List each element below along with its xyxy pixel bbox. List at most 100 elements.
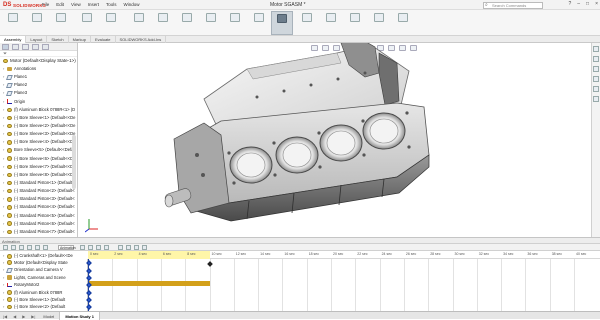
feature-tree-item[interactable]: › (-) Bore Sleeve<7> (Default<<De xyxy=(0,163,77,171)
reference-geometry-button[interactable] xyxy=(224,11,246,35)
component-preview-button[interactable] xyxy=(76,11,98,35)
study-type-select[interactable]: Animation xyxy=(58,245,76,250)
custom-properties-icon[interactable] xyxy=(593,96,599,102)
tab-scroll-prev-icon[interactable]: ◀ xyxy=(10,312,19,319)
play-from-start-icon[interactable] xyxy=(11,245,16,250)
instant3d-button[interactable] xyxy=(320,11,342,35)
insert-components-button[interactable] xyxy=(26,11,48,35)
menu-edit[interactable]: Edit xyxy=(56,2,64,7)
feature-tree-item[interactable]: › Plane2 xyxy=(0,81,77,89)
appearances-icon[interactable] xyxy=(593,86,599,92)
close-icon[interactable]: × xyxy=(595,1,598,7)
feature-tree-item[interactable]: › (-) Standard Piston<1> (Default< xyxy=(0,179,77,187)
feature-tree-item[interactable]: › (-) Bore Sleeve<2> (Default<<De xyxy=(0,122,77,130)
motor-duration-bar[interactable] xyxy=(88,281,210,286)
timeline-area[interactable] xyxy=(86,259,600,311)
tab-assembly[interactable]: Assembly xyxy=(0,36,27,43)
feature-tree-item[interactable]: › (-) Bore Sleeve<1> (Default<<De xyxy=(0,114,77,122)
feature-tree-item[interactable]: › Plane3 xyxy=(0,89,77,97)
tab-sketch[interactable]: Sketch xyxy=(47,36,69,43)
exploded-view-button[interactable] xyxy=(271,11,293,35)
help-icon[interactable]: ? xyxy=(568,1,571,7)
menu-insert[interactable]: Insert xyxy=(88,2,99,7)
feature-tree-item[interactable]: › Bore Sleeve<5> (Default<<Defa xyxy=(0,146,77,154)
graphics-viewport[interactable] xyxy=(79,43,591,237)
playback-speed-icon[interactable] xyxy=(35,245,40,250)
new-motion-study-button[interactable] xyxy=(248,11,270,35)
end-key[interactable] xyxy=(207,261,213,267)
contact-icon[interactable] xyxy=(134,245,139,250)
update-speedpak-button[interactable] xyxy=(344,11,366,35)
property-manager-tab-icon[interactable] xyxy=(12,44,19,50)
motion-tree-item[interactable]: › Lights, Cameras and Scene xyxy=(0,274,87,281)
show-hidden-button[interactable] xyxy=(176,11,198,35)
motion-tree-item[interactable]: › (-) Bore Sleeve<2> (Default xyxy=(0,303,87,310)
tab-markup[interactable]: Markup xyxy=(69,36,91,43)
menu-view[interactable]: View xyxy=(71,2,81,7)
maximize-icon[interactable]: □ xyxy=(586,1,589,7)
view-palette-icon[interactable] xyxy=(593,76,599,82)
tab-scroll-first-icon[interactable]: |◀ xyxy=(0,312,10,319)
move-component-button[interactable] xyxy=(152,11,174,35)
add-key-icon[interactable] xyxy=(104,245,109,250)
feature-tree-item[interactable]: › Plane1 xyxy=(0,73,77,81)
motion-tree-item[interactable]: › RotaryMotor2 xyxy=(0,281,87,288)
tab-layout[interactable]: Layout xyxy=(26,36,48,43)
feature-tree-item[interactable]: › (-) Standard Piston<5> (Default< xyxy=(0,212,77,220)
tab-scroll-next-icon[interactable]: ▶ xyxy=(19,312,28,319)
feature-tree-item[interactable]: › (f) Aluminum Block 0788R<1> (D xyxy=(0,106,77,114)
motion-tree-item[interactable]: › (f) Aluminum Block 0788R xyxy=(0,289,87,296)
tab-addins[interactable]: SOLIDWORKS Add-Ins xyxy=(116,36,167,43)
engine-block-model[interactable] xyxy=(79,43,591,237)
assembly-features-button[interactable] xyxy=(200,11,222,35)
edit-component-button[interactable] xyxy=(2,11,24,35)
gravity-icon[interactable] xyxy=(142,245,147,250)
motion-tree-item[interactable]: › Motor (Default<Display State xyxy=(0,259,87,266)
motion-tree-item[interactable]: › (-) Bore Sleeve<1> (Default xyxy=(0,296,87,303)
menu-tools[interactable]: Tools xyxy=(106,2,117,7)
menu-file[interactable]: File xyxy=(42,2,49,7)
display-manager-tab-icon[interactable] xyxy=(42,44,49,50)
feature-tree-item[interactable]: › (-) Standard Piston<6> (Default< xyxy=(0,220,77,228)
bill-of-materials-button[interactable] xyxy=(296,11,318,35)
feature-tree-item[interactable]: › (-) Bore Sleeve<4> (Default<<De xyxy=(0,138,77,146)
mate-button[interactable] xyxy=(50,11,72,35)
smart-fasteners-button[interactable] xyxy=(128,11,150,35)
motor-icon[interactable] xyxy=(118,245,123,250)
tab-scroll-last-icon[interactable]: ▶| xyxy=(28,312,38,319)
autokey-icon[interactable] xyxy=(96,245,101,250)
tab-evaluate[interactable]: Evaluate xyxy=(91,36,116,43)
feature-tree-item[interactable]: › (-) Bore Sleeve<8> (Default<<De xyxy=(0,171,77,179)
minimize-icon[interactable]: – xyxy=(577,1,580,7)
feature-tree-tab-icon[interactable] xyxy=(2,44,9,50)
linear-pattern-button[interactable] xyxy=(100,11,122,35)
spring-icon[interactable] xyxy=(126,245,131,250)
play-icon[interactable] xyxy=(19,245,24,250)
feature-tree-item[interactable]: › (-) Standard Piston<3> (Default< xyxy=(0,195,77,203)
take-snapshot-button[interactable] xyxy=(368,11,390,35)
feature-tree-item[interactable]: › (-) Standard Piston<4> (Default< xyxy=(0,203,77,211)
feature-tree-item[interactable]: › (-) Standard Piston<2> (Default< xyxy=(0,187,77,195)
playback-mode-icon[interactable] xyxy=(43,245,48,250)
feature-tree-item[interactable]: › Annotations xyxy=(0,65,77,73)
feature-tree-item[interactable]: › (-) Bore Sleeve<3> (Default<<De xyxy=(0,130,77,138)
feature-tree-item[interactable]: › (-) Bore Sleeve<6> (Default<<De xyxy=(0,155,77,163)
file-explorer-icon[interactable] xyxy=(593,66,599,72)
calculate-icon[interactable] xyxy=(3,245,8,250)
animation-wizard-icon[interactable] xyxy=(88,245,93,250)
dimxpert-tab-icon[interactable] xyxy=(32,44,39,50)
design-library-icon[interactable] xyxy=(593,56,599,62)
large-assembly-button[interactable] xyxy=(392,11,414,35)
feature-tree-scrollbar[interactable] xyxy=(72,135,76,189)
save-animation-icon[interactable] xyxy=(80,245,85,250)
configuration-manager-tab-icon[interactable] xyxy=(22,44,29,50)
solidworks-resources-icon[interactable] xyxy=(593,46,599,52)
feature-tree-item[interactable]: › Origin xyxy=(0,98,77,106)
menu-window[interactable]: Window xyxy=(124,2,140,7)
timeline-header[interactable]: 0 sec 2 sec 4 sec 6 sec 8 sec 10 sec 12 sec 14 … xyxy=(88,251,600,259)
feature-tree-item[interactable]: › (-) Standard Piston<7> (Default< xyxy=(0,228,77,236)
motion-tree-item[interactable]: › Orientation and Camera V xyxy=(0,266,87,273)
search-commands-input[interactable]: ⌕ Search Commands xyxy=(483,1,543,9)
feature-filter[interactable]: ⏷ xyxy=(0,51,77,57)
tree-root[interactable]: Motor (Default<Display State-1>) xyxy=(0,57,77,65)
